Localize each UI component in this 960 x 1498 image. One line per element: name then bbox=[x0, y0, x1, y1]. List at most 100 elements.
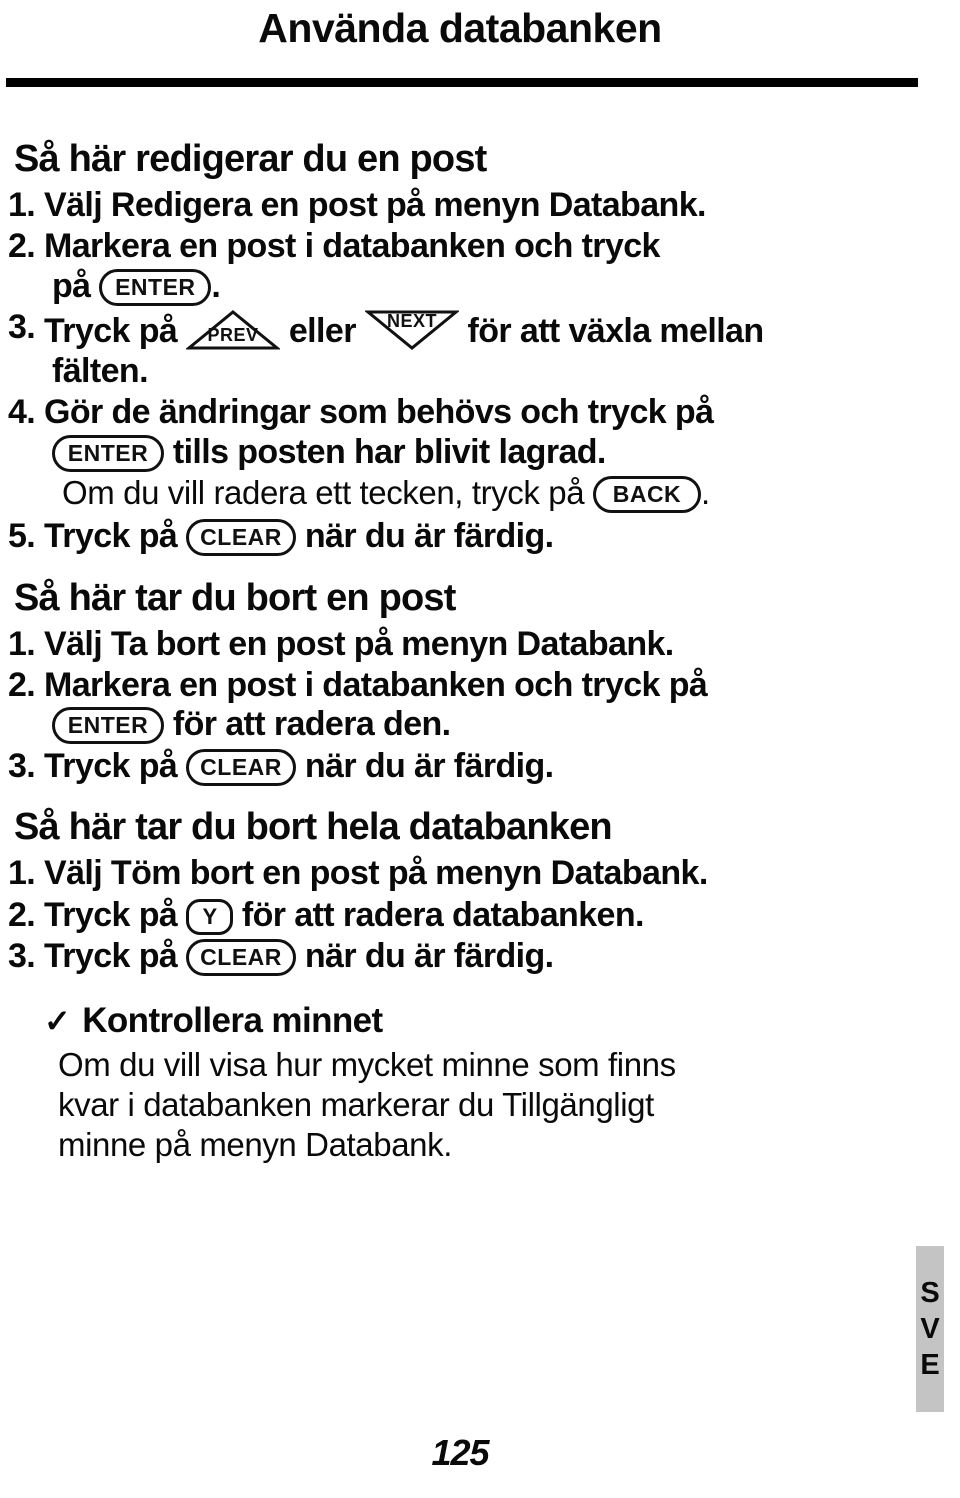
page-title: Använda databanken bbox=[258, 5, 662, 51]
step-line: Välj Redigera en post på menyn Databank. bbox=[44, 186, 920, 225]
step-text: Om du vill radera ett tecken, tryck på bbox=[62, 474, 593, 512]
step-text: Tryck på bbox=[44, 937, 187, 976]
step-number: 2. bbox=[8, 665, 36, 704]
step-text: Välj Redigera en post på menyn Databank. bbox=[44, 186, 706, 224]
step-text: . bbox=[211, 266, 221, 305]
step-body: Markera en post i databanken och tryck p… bbox=[44, 666, 920, 745]
check-note-line: minne på menyn Databank. bbox=[58, 1125, 452, 1163]
step-text: eller bbox=[280, 312, 365, 351]
step-body: Välj Ta bort en post på menyn Databank. bbox=[44, 625, 920, 664]
step-text: . bbox=[700, 474, 710, 512]
page-content: Så här redigerar du en post 1. Välj Redige… bbox=[0, 140, 920, 1164]
section-heading: Så här tar du bort en post bbox=[14, 576, 456, 619]
step-number: 4. bbox=[8, 393, 36, 432]
step-line: Markera en post i databanken och tryck p… bbox=[44, 666, 920, 705]
clear-key-icon: CLEAR bbox=[186, 748, 297, 786]
manual-page: Använda databanken Så här redigerar du e… bbox=[0, 0, 960, 1498]
step-line: Välj Töm bort en post på menyn Databank. bbox=[44, 854, 920, 893]
step-text: Tryck på bbox=[44, 312, 187, 351]
step-line: ENTER tills posten har blivit lagrad. bbox=[44, 433, 920, 472]
check-note-line: kvar i databanken markerar du Tillgängli… bbox=[58, 1085, 654, 1123]
step-body: Tryck på PREV eller NEXT för att växla m… bbox=[44, 308, 920, 391]
step-text: för att radera den. bbox=[164, 705, 451, 744]
prev-key-icon: PREV bbox=[186, 308, 281, 350]
step-text: Tryck på bbox=[44, 895, 187, 934]
step-text: på bbox=[52, 266, 100, 305]
enter-key-icon: ENTER bbox=[52, 434, 164, 472]
y-key-icon: Y bbox=[186, 898, 234, 935]
back-key-icon: BACK bbox=[592, 476, 701, 514]
step-list: 1. Välj Töm bort en post på menyn Databan… bbox=[0, 854, 920, 977]
next-key-icon: NEXT bbox=[364, 308, 459, 351]
step-item: 3. Tryck på PREV eller NEXT för att växla… bbox=[0, 308, 920, 391]
step-line: Tryck på CLEAR när du är färdig. bbox=[44, 747, 920, 786]
side-tab-letter: S bbox=[920, 1276, 940, 1309]
side-tab-letter: V bbox=[920, 1312, 940, 1345]
svg-text:NEXT: NEXT bbox=[387, 311, 437, 331]
step-number: 1. bbox=[8, 854, 36, 893]
page-number: 125 bbox=[431, 1432, 489, 1473]
section-heading: Så här tar du bort hela databanken bbox=[14, 806, 613, 849]
step-item: 3. Tryck på CLEAR när du är färdig. bbox=[0, 937, 920, 977]
step-text: fälten. bbox=[52, 351, 149, 390]
section-heading: Så här redigerar du en post bbox=[14, 138, 487, 180]
step-item: 4. Gör de ändringar som behövs och tryck … bbox=[0, 393, 920, 472]
check-note-body: Om du vill visa hur mycket minne som fin… bbox=[58, 1045, 920, 1164]
step-body: Välj Töm bort en post på menyn Databank. bbox=[44, 854, 920, 893]
step-text: Gör de ändringar som behövs och tryck på bbox=[44, 393, 714, 432]
sections-container: Så här redigerar du en post 1. Välj Redige… bbox=[0, 140, 920, 977]
side-tab-letter: E bbox=[920, 1349, 940, 1382]
step-line: Välj Ta bort en post på menyn Databank. bbox=[44, 625, 920, 664]
step-item: 5. Tryck på CLEAR när du är färdig. bbox=[0, 517, 920, 557]
step-item: 3. Tryck på CLEAR när du är färdig. bbox=[0, 747, 920, 786]
step-number: 3. bbox=[8, 746, 36, 785]
step-note: Om du vill radera ett tecken, tryck på B… bbox=[62, 474, 920, 514]
step-body: Välj Redigera en post på menyn Databank. bbox=[44, 186, 920, 225]
step-text: för att växla mellan bbox=[458, 312, 765, 351]
step-line: fälten. bbox=[44, 352, 920, 391]
check-note-block: ✓ Kontrollera minnet Om du vill visa hur… bbox=[44, 1000, 920, 1165]
step-line: Tryck på CLEAR när du är färdig. bbox=[44, 937, 920, 977]
step-body: Tryck på CLEAR när du är färdig. bbox=[44, 937, 920, 977]
step-item: 2. Markera en post i databanken och tryck… bbox=[0, 666, 920, 745]
check-mark-icon: ✓ bbox=[44, 1002, 71, 1039]
step-text: när du är färdig. bbox=[296, 517, 554, 556]
title-divider bbox=[6, 78, 918, 87]
step-text: Välj Töm bort en post på menyn Databank. bbox=[44, 854, 708, 893]
step-body: Markera en post i databanken och tryck på… bbox=[44, 227, 920, 306]
step-item: 2. Tryck på Y för att radera databanken. bbox=[0, 896, 920, 935]
language-side-tab: S V E bbox=[916, 1246, 944, 1412]
step-line: Markera en post i databanken och tryck bbox=[44, 227, 920, 266]
step-text: Markera en post i databanken och tryck p… bbox=[44, 665, 708, 704]
step-line: Gör de ändringar som behövs och tryck på bbox=[44, 393, 920, 432]
check-note-heading: ✓ Kontrollera minnet bbox=[44, 1000, 920, 1040]
step-list: 1. Välj Ta bort en post på menyn Databank… bbox=[0, 625, 920, 787]
step-line: ENTER för att radera den. bbox=[44, 705, 920, 745]
clear-key-icon: CLEAR bbox=[186, 519, 297, 557]
step-number: 2. bbox=[8, 895, 36, 934]
step-line: Tryck på PREV eller NEXT för att växla m… bbox=[44, 308, 920, 351]
step-body: Tryck på Y för att radera databanken. bbox=[44, 896, 920, 935]
step-item: 1. Välj Töm bort en post på menyn Databan… bbox=[0, 854, 920, 893]
step-number: 2. bbox=[8, 227, 36, 266]
step-body: Gör de ändringar som behövs och tryck på… bbox=[44, 393, 920, 472]
enter-key-icon: ENTER bbox=[99, 268, 212, 306]
step-text: tills posten har blivit lagrad. bbox=[164, 432, 607, 471]
step-number: 3. bbox=[8, 937, 36, 976]
step-number: 3. bbox=[8, 308, 36, 347]
step-number: 1. bbox=[8, 186, 36, 224]
step-list: 1. Välj Redigera en post på menyn Databan… bbox=[0, 186, 920, 557]
step-item: 1. Välj Ta bort en post på menyn Databank… bbox=[0, 625, 920, 664]
step-body: Tryck på CLEAR när du är färdig. bbox=[44, 517, 920, 557]
step-text: när du är färdig. bbox=[296, 937, 554, 976]
step-item: 1. Välj Redigera en post på menyn Databan… bbox=[0, 186, 920, 225]
step-text: när du är färdig. bbox=[296, 746, 554, 785]
clear-key-icon: CLEAR bbox=[186, 939, 297, 977]
step-line: Tryck på Y för att radera databanken. bbox=[44, 896, 920, 935]
step-line: Tryck på CLEAR när du är färdig. bbox=[44, 517, 920, 557]
step-text: Tryck på bbox=[44, 746, 187, 785]
check-note-heading-text: Kontrollera minnet bbox=[82, 1000, 383, 1040]
step-item: 2. Markera en post i databanken och tryck… bbox=[0, 227, 920, 306]
svg-text:PREV: PREV bbox=[208, 325, 259, 345]
step-text: Välj Ta bort en post på menyn Databank. bbox=[44, 624, 674, 663]
